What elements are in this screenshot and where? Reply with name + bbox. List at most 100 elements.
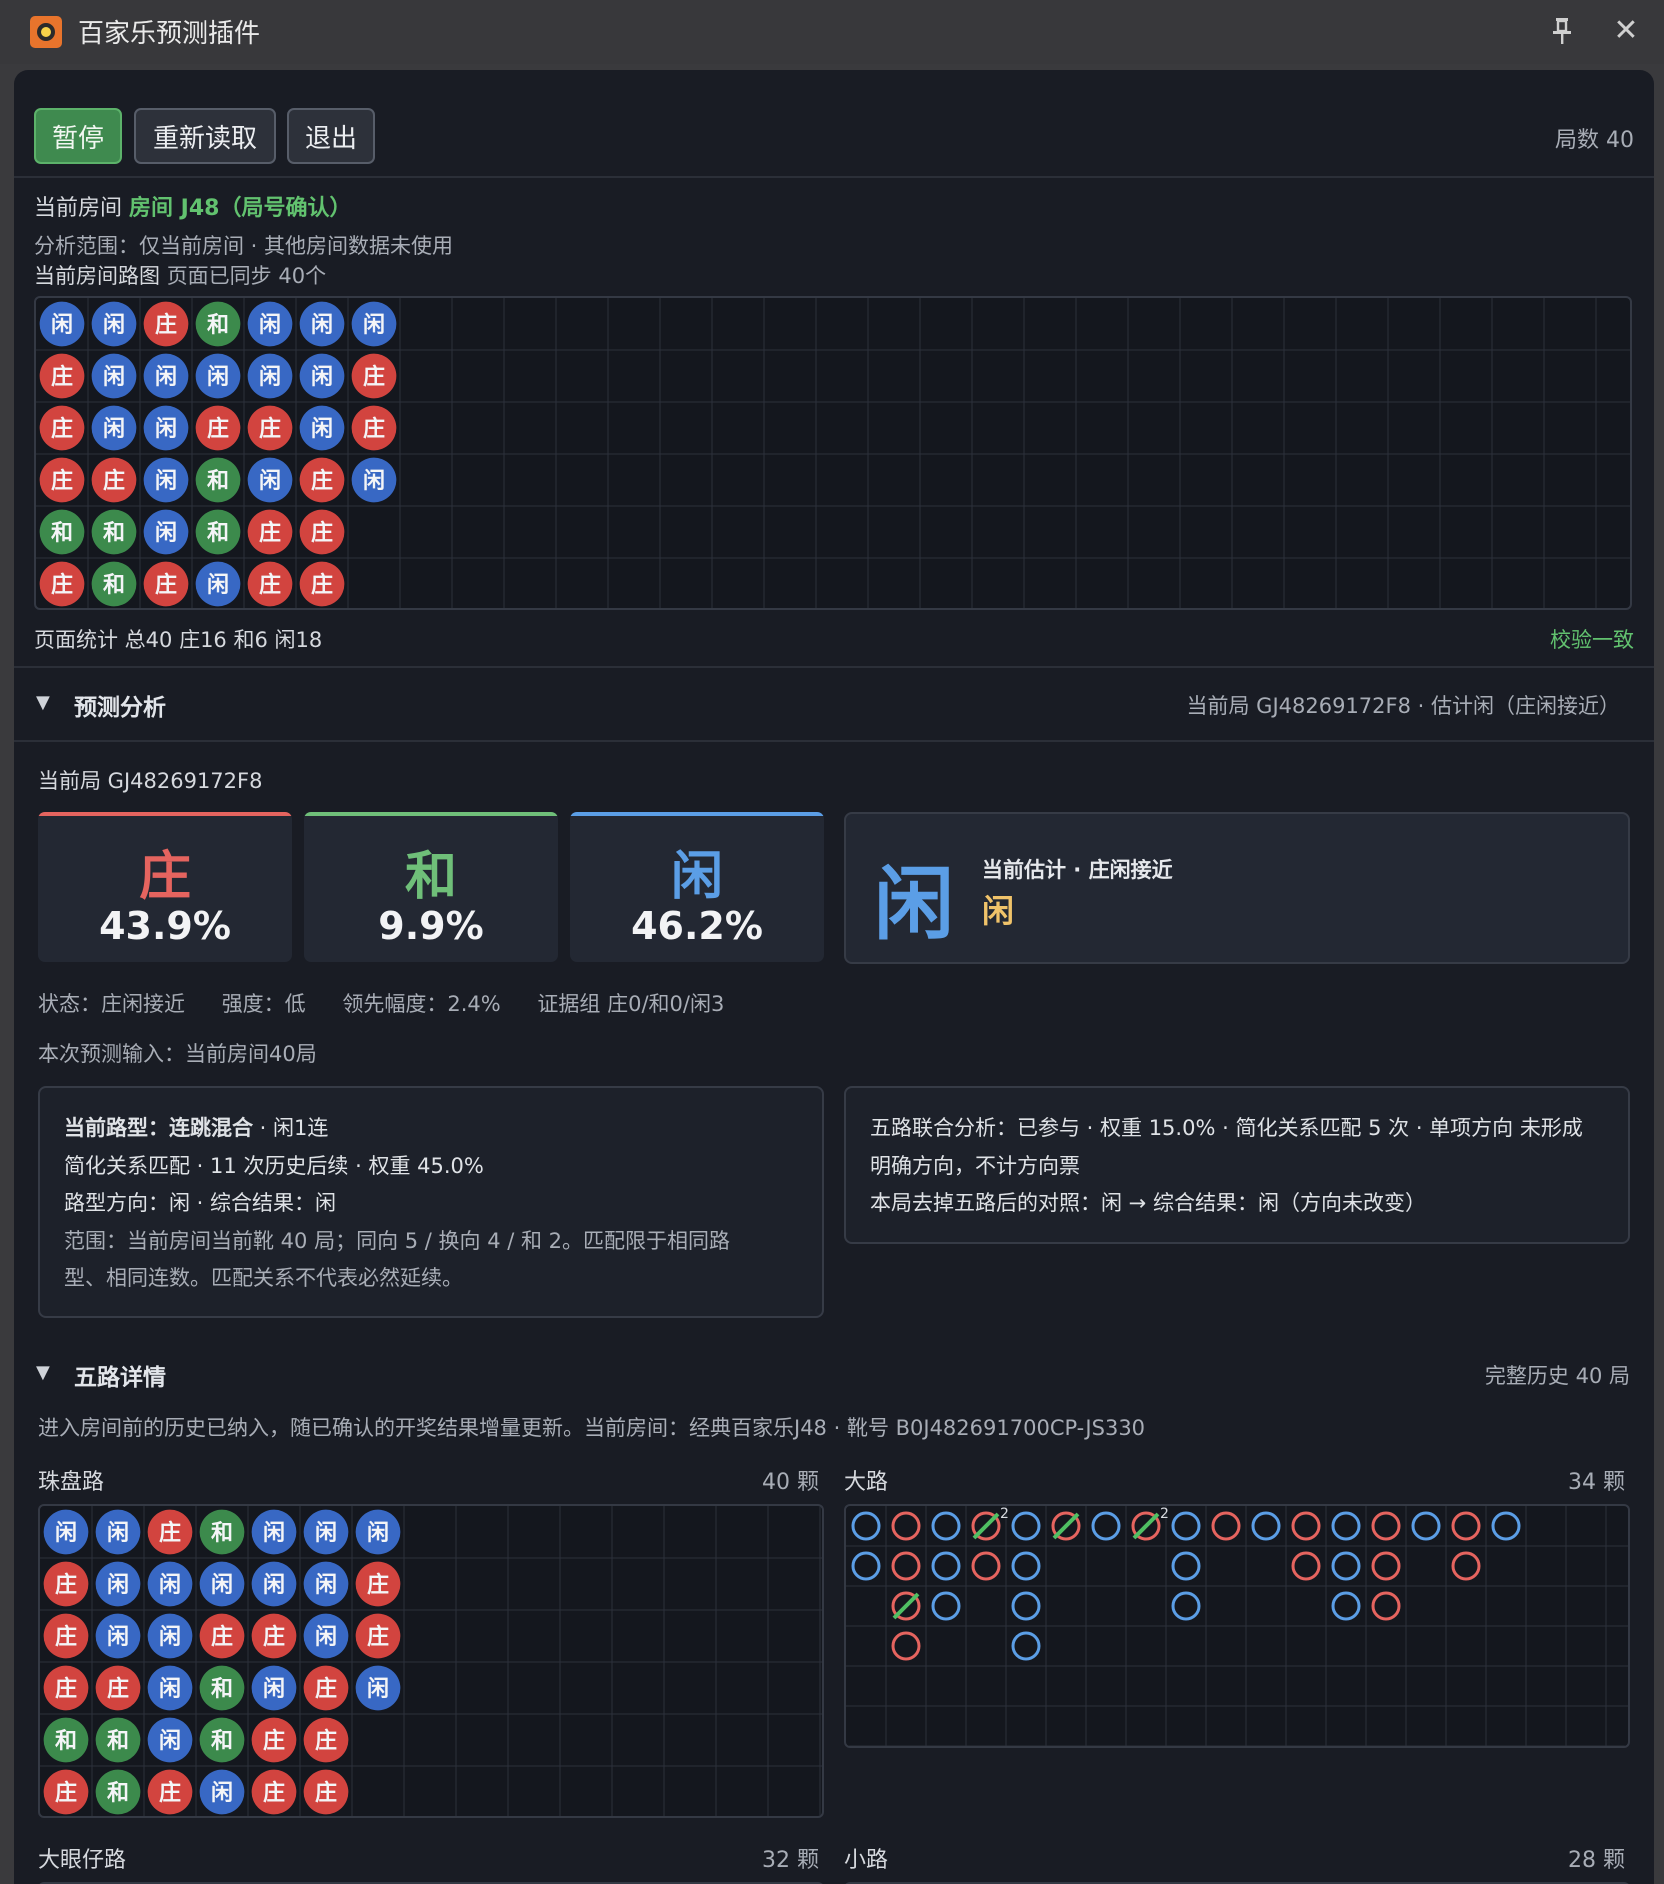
pattern-line-5: 型、相同连数。匹配关系不代表必然延续。 [64,1266,463,1290]
svg-text:闲: 闲 [51,313,73,338]
svg-text:庄: 庄 [263,1780,285,1806]
svg-text:和: 和 [103,521,125,546]
five-road-analysis-box: 五路联合分析：已参与 · 权重 15.0% · 简化关系匹配 5 次 · 单项方… [844,1086,1630,1244]
svg-text:庄: 庄 [315,1728,337,1754]
pattern-analysis-box: 当前路型：连跳混合 · 闲1连 简化关系匹配 · 11 次历史后续 · 权重 4… [38,1086,824,1318]
bead-banker: 庄 [91,457,137,503]
big-road-player-mark [1331,1511,1361,1541]
svg-text:庄: 庄 [263,1728,285,1754]
five-roads-history: 完整历史 40 局 [1484,1364,1630,1388]
bead-banker: 庄 [43,1561,89,1607]
svg-text:闲: 闲 [211,1781,233,1806]
bead-banker: 庄 [351,353,397,399]
bead-banker: 庄 [43,1613,89,1659]
svg-text:庄: 庄 [363,416,385,442]
big-road-player-mark [851,1551,881,1581]
bead-tie: 和 [195,457,241,503]
svg-text:庄: 庄 [55,1624,77,1650]
svg-text:闲: 闲 [155,417,177,442]
bead-banker: 庄 [43,1665,89,1711]
close-icon[interactable]: ✕ [1612,14,1640,48]
bead-player: 闲 [251,1665,297,1711]
bead-tie: 和 [195,509,241,555]
pin-icon[interactable] [1549,14,1575,48]
svg-text:闲: 闲 [315,1521,337,1546]
bead-banker: 庄 [199,1613,245,1659]
svg-text:庄: 庄 [55,1572,77,1598]
bead-player: 闲 [143,353,189,399]
svg-text:庄: 庄 [51,468,73,494]
bead-banker: 庄 [95,1665,141,1711]
bead-banker: 庄 [251,1613,297,1659]
big-road-banker-mark [1371,1511,1401,1541]
svg-text:闲: 闲 [55,1521,77,1546]
svg-text:庄: 庄 [367,1572,389,1598]
bead-player: 闲 [195,561,241,607]
bead-player: 闲 [251,1509,297,1555]
svg-text:庄: 庄 [311,468,333,494]
bead-banker: 庄 [303,1717,349,1763]
pause-button[interactable]: 暂停 [34,108,122,164]
tie-pct: 9.9% [378,904,484,948]
collapse-triangle-icon[interactable]: ▼ [36,1362,50,1383]
svg-text:庄: 庄 [315,1676,337,1702]
svg-text:闲: 闲 [159,1573,181,1598]
svg-text:闲: 闲 [263,1573,285,1598]
prediction-header-summary: 当前局 GJ48269172F8 · 估计闲（庄闲接近） [1186,694,1621,718]
big-road-player-mark [1331,1591,1361,1621]
svg-text:和: 和 [107,1781,129,1806]
five-road-line-1: 五路联合分析：已参与 · 权重 15.0% · 简化关系匹配 5 次 · 单项方… [870,1116,1583,1140]
svg-text:庄: 庄 [107,1676,129,1702]
estimate-card: 闲 当前估计 · 庄闲接近 闲 [844,812,1630,964]
bead-banker: 庄 [299,509,345,555]
player-pct: 46.2% [631,904,763,948]
banker-label: 庄 [138,847,191,907]
bead-banker: 庄 [247,509,293,555]
analysis-scope: 分析范围：仅当前房间 · 其他房间数据未使用 [34,234,454,258]
reload-button[interactable]: 重新读取 [134,108,276,164]
svg-text:闲: 闲 [211,1573,233,1598]
bead-banker: 庄 [195,405,241,451]
prediction-section-title[interactable]: 预测分析 [74,688,166,722]
svg-text:庄: 庄 [103,468,125,494]
five-roads-section-title[interactable]: 五路详情 [74,1358,166,1392]
big-road-player-mark [1011,1511,1041,1541]
exit-button[interactable]: 退出 [287,108,375,164]
bead-player: 闲 [91,301,137,347]
bead-player: 闲 [147,1665,193,1711]
big-road-banker-mark: 2 [971,1506,1009,1541]
bead-player: 闲 [351,301,397,347]
tie-label: 和 [404,847,457,907]
svg-text:闲: 闲 [311,313,333,338]
bead-banker: 庄 [355,1613,401,1659]
svg-text:闲: 闲 [367,1677,389,1702]
five-road-line-2: 明确方向，不计方向票 [870,1154,1080,1178]
room-road-row: 当前房间路图 页面已同步 40个 [34,260,326,290]
svg-text:庄: 庄 [259,520,281,546]
bead-tie: 和 [199,1717,245,1763]
bead-player: 闲 [147,1717,193,1763]
bead-player: 闲 [95,1509,141,1555]
svg-text:闲: 闲 [155,469,177,494]
bead-player: 闲 [351,457,397,503]
collapse-triangle-icon[interactable]: ▼ [36,692,50,713]
bead-player: 闲 [247,301,293,347]
svg-text:闲: 闲 [107,1573,129,1598]
status-state: 状态：庄闲接近 [38,992,185,1016]
page-stats: 页面统计 总40 庄16 和6 闲18 [34,628,323,652]
bead-player: 闲 [143,457,189,503]
title-bar: 百家乐预测插件 ✕ [0,0,1664,64]
five-roads-note: 进入房间前的历史已纳入，随已确认的开奖结果增量更新。当前房间：经典百家乐J48 … [38,1416,1146,1440]
svg-text:闲: 闲 [263,1677,285,1702]
bead-player: 闲 [299,301,345,347]
five-road-line-3: 本局去掉五路后的对照：闲 → 综合结果：闲（方向未改变） [870,1191,1426,1215]
bead-banker: 庄 [303,1665,349,1711]
svg-text:闲: 闲 [107,1521,129,1546]
verify-status: 校验一致 [1550,628,1634,652]
big-road-banker-mark [1291,1511,1321,1541]
svg-text:和: 和 [211,1677,233,1702]
svg-text:2: 2 [1160,1506,1169,1522]
big-road-banker-mark [891,1591,921,1621]
banker-prob-card: 庄 43.9% [38,812,292,962]
svg-text:和: 和 [211,1521,233,1546]
